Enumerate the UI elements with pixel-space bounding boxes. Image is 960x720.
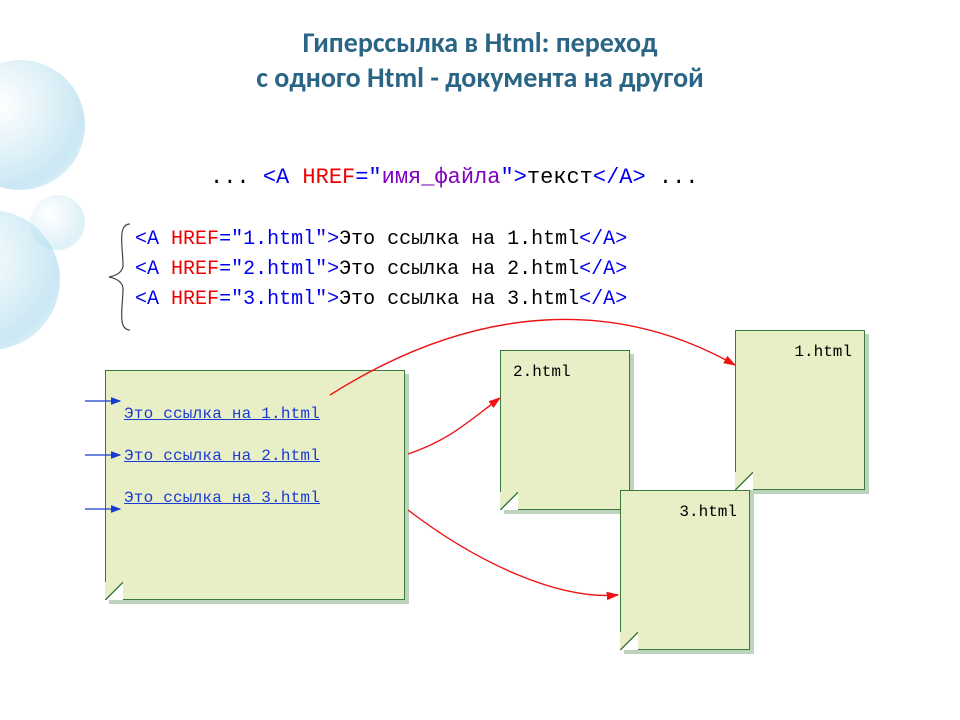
target-page-3: 3.html (620, 490, 750, 650)
page-fold-icon (620, 632, 638, 650)
attr-value: имя_файла (382, 165, 501, 190)
attr-name: href (302, 165, 355, 190)
file-label: 1.html (748, 343, 852, 361)
rendered-link[interactable]: Это ссылка на 3.html (124, 489, 386, 507)
code-examples: <a href="1.html">Это ссылка на 1.html</a… (135, 225, 627, 315)
title-line-2: с одного Html - документа на другой (256, 60, 704, 95)
source-page-render: Это ссылка на 1.html Это ссылка на 2.htm… (105, 370, 405, 600)
curly-brace-icon (105, 220, 135, 335)
title-line-1: Гиперссылка в Html: переход (303, 25, 658, 60)
page-fold-icon (105, 582, 123, 600)
decor-bubble (30, 195, 85, 250)
rendered-link[interactable]: Это ссылка на 1.html (124, 405, 386, 423)
link-text: текст (527, 165, 593, 190)
arrow-icon (408, 510, 618, 595)
syntax-prefix: ... (210, 165, 250, 190)
syntax-template: ... <a href="имя_файла">текст</a> ... (210, 165, 699, 190)
page-fold-icon (735, 472, 753, 490)
target-page-1: 1.html (735, 330, 865, 490)
arrow-icon (408, 398, 500, 454)
file-label: 2.html (513, 363, 617, 381)
target-page-2: 2.html (500, 350, 630, 510)
rendered-link[interactable]: Это ссылка на 2.html (124, 447, 386, 465)
page-fold-icon (500, 492, 518, 510)
angle-open: < (263, 165, 276, 190)
syntax-suffix: ... (659, 165, 699, 190)
code-line: <a href="3.html">Это ссылка на 3.html</a… (135, 285, 627, 315)
tag-name: a (276, 165, 289, 190)
code-line: <a href="1.html">Это ссылка на 1.html</a… (135, 225, 627, 255)
code-line: <a href="2.html">Это ссылка на 2.html</a… (135, 255, 627, 285)
file-label: 3.html (633, 503, 737, 521)
page-title: Гиперссылка в Html: переход с одного Htm… (0, 25, 960, 95)
